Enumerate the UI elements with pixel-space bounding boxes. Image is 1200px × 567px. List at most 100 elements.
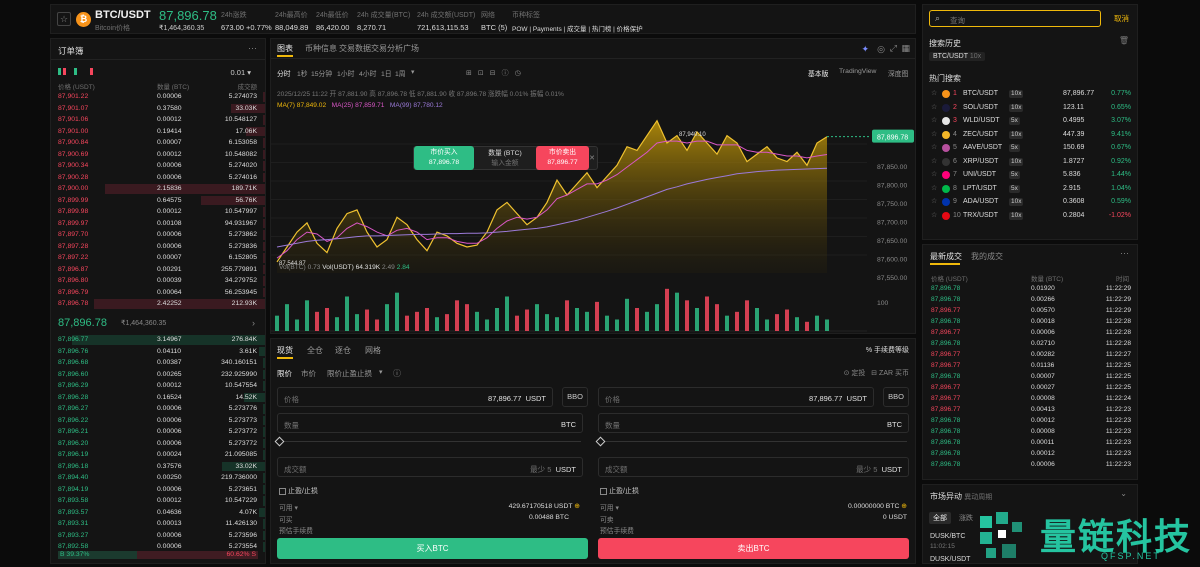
bid-row[interactable]: 87,896.76 0.04110 3.61K	[51, 346, 265, 357]
order-type-tab[interactable]: 限价止盈止损	[327, 368, 372, 379]
sell-price-input[interactable]: 价格 87,896.77 USDT	[598, 387, 874, 407]
precision-select[interactable]: 0.01 ▾	[231, 68, 251, 77]
ask-row[interactable]: 87,901.06 0.00012 10.548127	[51, 115, 265, 125]
buy-slider-handle[interactable]	[274, 436, 285, 447]
bid-row[interactable]: 87,896.20 0.00006 5.273772	[51, 438, 265, 449]
sell-tpsl-checkbox[interactable]: 止盈/止损	[600, 486, 639, 496]
bid-row[interactable]: 87,896.29 0.00012 10.547554	[51, 381, 265, 391]
view-bids-icon[interactable]	[74, 68, 82, 75]
buy-bbo-button[interactable]: BBO	[562, 387, 588, 407]
ask-row[interactable]: 87,899.97 0.00108 94.931967	[51, 218, 265, 229]
bid-row[interactable]: 87,896.28 0.16524 14.52K	[51, 392, 265, 403]
chart-tab[interactable]: 交易分析	[371, 43, 403, 54]
bid-row[interactable]: 87,894.19 0.00006 5.273651	[51, 484, 265, 495]
sell-bbo-button[interactable]: BBO	[883, 387, 909, 407]
ask-row[interactable]: 87,897.22 0.00007 6.152805	[51, 253, 265, 263]
chevron-down-icon[interactable]: ▾	[379, 368, 383, 376]
close-icon[interactable]: ✕	[589, 154, 595, 162]
search-input[interactable]: ⌕ 查询	[929, 10, 1101, 27]
order-type-tab[interactable]: 市价	[301, 368, 316, 379]
buy-button[interactable]: 买入BTC	[277, 538, 588, 559]
more-icon[interactable]: ···	[1120, 248, 1129, 258]
ask-row[interactable]: 87,900.84 0.00007 6.153058	[51, 138, 265, 148]
fee-level-link[interactable]: % 手续费等级	[866, 345, 909, 355]
expand-icon[interactable]: ⤢	[890, 43, 897, 54]
chart-tab[interactable]: 交易数据	[339, 43, 371, 54]
favorite-star-icon[interactable]: ☆	[57, 12, 71, 26]
buy-total-input[interactable]: 成交额 最少 5 USDT	[277, 457, 583, 477]
bid-row[interactable]: 87,896.19 0.00024 21.095085	[51, 450, 265, 460]
star-icon[interactable]: ☆	[931, 114, 937, 128]
view-both-icon[interactable]	[58, 68, 66, 75]
bid-row[interactable]: 87,893.31 0.00013 11.426130	[51, 519, 265, 529]
layout-grid-icon[interactable]: ▦	[901, 43, 910, 54]
search-cancel-button[interactable]: 取消	[1114, 13, 1129, 24]
info-icon[interactable]: ⓘ	[393, 368, 401, 379]
movers-tab-all[interactable]: 全部	[929, 512, 951, 524]
ask-row[interactable]: 87,901.22 0.00006 5.274073	[51, 92, 265, 102]
bid-row[interactable]: 87,894.40 0.00250 219.736000	[51, 473, 265, 483]
ask-row[interactable]: 87,900.34 0.00006 5.274020	[51, 161, 265, 171]
buy-qty-input[interactable]: 数量 BTC	[277, 413, 583, 433]
hot-item[interactable]: ☆ 8 LPT/USDT 5x 2.915 1.04%	[931, 182, 1135, 196]
bid-row[interactable]: 87,893.27 0.00006 5.273596	[51, 530, 265, 541]
buy-price-input[interactable]: 价格 87,896.77 USDT	[277, 387, 553, 407]
dca-link[interactable]: ⊙ 定投	[844, 370, 866, 377]
movers-tab-change[interactable]: 涨跌	[959, 513, 973, 523]
buy-tpsl-checkbox[interactable]: 止盈/止损	[279, 486, 318, 496]
sell-qty-input[interactable]: 数量 BTC	[598, 413, 909, 433]
sell-available-label[interactable]: 可用 ▾	[600, 502, 619, 512]
star-icon[interactable]: ☆	[931, 141, 937, 155]
star-icon[interactable]: ☆	[931, 87, 937, 101]
sell-total-input[interactable]: 成交额 最少 5 USDT	[598, 457, 909, 477]
hot-item[interactable]: ☆ 1 BTC/USDT 10x 87,896.77 0.77%	[931, 87, 1135, 101]
chart-tab[interactable]: 币种信息	[305, 43, 337, 54]
star-icon[interactable]: ☆	[931, 101, 937, 115]
ask-row[interactable]: 87,896.78 2.42252 212.93K	[51, 299, 265, 309]
chevron-down-icon[interactable]: ⌄	[1120, 489, 1127, 498]
tab-recent-trades[interactable]: 最新成交	[930, 251, 962, 262]
compass-icon[interactable]: ◎	[877, 44, 885, 55]
chevron-right-icon[interactable]: ›	[252, 318, 255, 328]
star-icon[interactable]: ☆	[931, 195, 937, 209]
ask-row[interactable]: 87,900.00 2.15836 189.71K	[51, 184, 265, 194]
chart-tab[interactable]: 广场	[403, 43, 419, 54]
star-icon[interactable]: ☆	[931, 209, 937, 223]
view-asks-icon[interactable]	[90, 68, 98, 75]
chart-tab[interactable]: 图表	[277, 43, 293, 54]
bid-row[interactable]: 87,893.57 0.04636 4.07K	[51, 507, 265, 518]
history-item[interactable]: BTC/USDT 10x	[929, 52, 986, 61]
hot-item[interactable]: ☆ 10 TRX/USDT 10x 0.2804 -1.02%	[931, 209, 1135, 223]
quick-sell-button[interactable]: 市价卖出 87,896.77	[536, 146, 589, 170]
more-icon[interactable]: ···	[248, 43, 257, 53]
bid-row[interactable]: 87,896.77 3.14967 276.84K	[51, 335, 265, 345]
ask-row[interactable]: 87,899.98 0.00012 10.547997	[51, 207, 265, 217]
bid-row[interactable]: 87,896.60 0.00265 232.925990	[51, 369, 265, 380]
pair-subtitle[interactable]: Bitcoin价格	[95, 23, 130, 33]
quick-buy-button[interactable]: 市价买入 87,896.78	[414, 146, 474, 170]
ask-row[interactable]: 87,896.80 0.00039 34.279752	[51, 276, 265, 286]
bid-row[interactable]: 87,896.22 0.00006 5.273773	[51, 415, 265, 426]
sell-button[interactable]: 卖出BTC	[598, 538, 909, 559]
bid-row[interactable]: 87,896.21 0.00006 5.273772	[51, 427, 265, 437]
star-icon[interactable]: ☆	[931, 168, 937, 182]
trade-tab[interactable]: 现货	[277, 345, 293, 356]
bid-row[interactable]: 87,896.18 0.37576 33.02K	[51, 461, 265, 472]
ask-row[interactable]: 87,897.70 0.00006 5.273862	[51, 230, 265, 240]
bid-row[interactable]: 87,896.68 0.00387 340.160151	[51, 358, 265, 368]
star-icon[interactable]: ☆	[931, 128, 937, 142]
star-icon[interactable]: ☆	[931, 182, 937, 196]
tab-my-trades[interactable]: 我的成交	[971, 251, 1003, 262]
pair-title[interactable]: BTC/USDT	[95, 9, 151, 21]
hot-item[interactable]: ☆ 7 UNI/USDT 5x 5.836 1.44%	[931, 168, 1135, 182]
ask-row[interactable]: 87,901.00 0.19414 17.06K	[51, 126, 265, 137]
bid-row[interactable]: 87,896.27 0.00006 5.273776	[51, 404, 265, 414]
ask-row[interactable]: 87,900.28 0.00006 5.274016	[51, 172, 265, 183]
hot-item[interactable]: ☆ 5 AAVE/USDT 5x 150.69 0.67%	[931, 141, 1135, 155]
buy-crypto-link[interactable]: ⊟ ZAR 买币	[871, 370, 909, 377]
bid-row[interactable]: 87,893.58 0.00012 10.547229	[51, 496, 265, 506]
star-icon[interactable]: ☆	[931, 155, 937, 169]
order-type-tab[interactable]: 限价	[277, 368, 292, 379]
hot-item[interactable]: ☆ 2 SOL/USDT 10x 123.11 0.65%	[931, 101, 1135, 115]
sparkle-icon[interactable]: ✦	[861, 44, 869, 55]
